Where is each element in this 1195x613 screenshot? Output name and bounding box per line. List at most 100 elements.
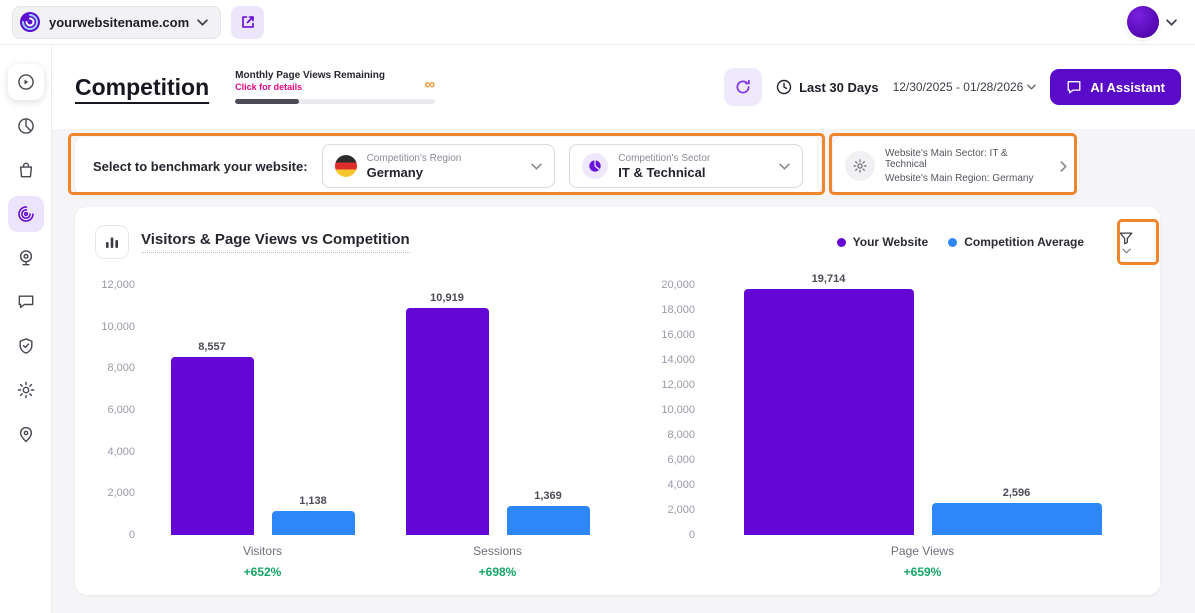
chart-title: Visitors & Page Views vs Competition xyxy=(141,231,410,253)
visitor-recordings-icon xyxy=(16,248,36,268)
sector-select-caption: Competition's Sector xyxy=(618,153,769,164)
privacy-icon xyxy=(16,336,36,356)
main-area: Competition Monthly Page Views Remaining… xyxy=(52,45,1195,613)
sidebar-item-visitor-recordings[interactable] xyxy=(8,240,44,276)
legend-dot-purple xyxy=(837,238,846,247)
quota-details-link[interactable]: Click for details xyxy=(235,82,385,92)
sidebar-item-communication[interactable] xyxy=(8,284,44,320)
bar-group-visitors: 8,5571,138 xyxy=(171,341,355,535)
y-axis-tick: 16,000 xyxy=(661,329,695,341)
refresh-button[interactable] xyxy=(724,68,762,106)
legend-label: Your Website xyxy=(853,235,929,249)
bar-value-label: 2,596 xyxy=(1003,487,1031,499)
region-select-value: Germany xyxy=(367,165,522,180)
web-analytics-icon xyxy=(16,116,36,136)
support-icon xyxy=(16,424,36,444)
behavior-analytics-icon xyxy=(16,204,36,224)
y-axis-tick: 10,000 xyxy=(101,321,135,333)
bar-competition-average[interactable] xyxy=(932,503,1102,535)
x-axis-labels-left: Visitors+652%Sessions+698% xyxy=(145,544,615,579)
website-main-settings-card[interactable]: Website's Main Sector: IT & Technical We… xyxy=(833,137,1079,195)
y-axis-tick: 12,000 xyxy=(661,379,695,391)
bar-your-website[interactable] xyxy=(406,308,489,535)
y-axis-left: 02,0004,0006,0008,00010,00012,000 xyxy=(95,285,145,535)
y-axis-tick: 18,000 xyxy=(661,304,695,316)
growth-percentage: +652% xyxy=(145,565,380,579)
x-axis-labels-right: Page Views+659% xyxy=(705,544,1140,579)
bar-your-website[interactable] xyxy=(744,289,914,535)
date-range-picker[interactable]: 12/30/2025 - 01/28/2026 xyxy=(893,80,1037,94)
sector-select-value: IT & Technical xyxy=(618,165,769,180)
settings-icon xyxy=(16,380,36,400)
y-axis-tick: 2,000 xyxy=(667,504,695,516)
y-axis-tick: 4,000 xyxy=(107,446,135,458)
region-select-caption: Competition's Region xyxy=(367,153,522,164)
clock-icon xyxy=(776,79,792,95)
ai-assistant-label: AI Assistant xyxy=(1090,80,1165,95)
account-menu[interactable] xyxy=(1127,6,1183,38)
website-main-sector: Website's Main Sector: IT & Technical xyxy=(885,148,1050,170)
legend-dot-blue xyxy=(948,238,957,247)
legend-item-competition-average[interactable]: Competition Average xyxy=(948,235,1084,249)
sidebar-item-support[interactable] xyxy=(8,416,44,452)
bar-value-label: 1,138 xyxy=(299,495,327,507)
competition-region-select[interactable]: Competition's Region Germany xyxy=(322,144,556,188)
bar-your-website[interactable] xyxy=(171,357,254,535)
bar-group-page-views: 19,714 2,596 xyxy=(744,273,1102,535)
period-label: Last 30 Days xyxy=(799,80,879,95)
benchmark-label: Select to benchmark your website: xyxy=(93,159,308,174)
website-main-region: Website's Main Region: Germany xyxy=(885,173,1050,184)
benchmark-row: Select to benchmark your website: Compet… xyxy=(75,137,1160,195)
competition-chart-card: Visitors & Page Views vs Competition You… xyxy=(75,207,1160,595)
ai-assistant-button[interactable]: AI Assistant xyxy=(1050,69,1181,105)
chart-panel-visitors-sessions: 02,0004,0006,0008,00010,00012,000 8,5571… xyxy=(95,285,615,579)
charts-area: 0 2,000 4,000 6,000 8,000 10,000 12,000 8,5571… xyxy=(95,285,1140,579)
sidebar-item-web-analytics[interactable] xyxy=(8,108,44,144)
sidebar-item-settings[interactable] xyxy=(8,372,44,408)
website-logo-icon xyxy=(19,11,41,33)
y-axis-tick: 6,000 xyxy=(107,404,135,416)
chevron-down-icon xyxy=(531,163,542,170)
quota-progress-fill xyxy=(235,99,299,104)
sidebar-item-privacy[interactable] xyxy=(8,328,44,364)
bar-value-label: 1,369 xyxy=(534,490,562,502)
page-content: Select to benchmark your website: Compet… xyxy=(52,129,1195,613)
y-axis-tick: 0 xyxy=(689,529,695,541)
bar-group-sessions: 10,9191,369 xyxy=(406,292,590,535)
y-axis-tick: 4,000 xyxy=(667,479,695,491)
quota-progress xyxy=(235,99,435,104)
benchmark-selectors-card: Select to benchmark your website: Compet… xyxy=(75,137,821,195)
bar-value-label: 19,714 xyxy=(812,273,846,285)
y-axis-tick: 8,000 xyxy=(107,362,135,374)
y-axis-tick: 20,000 xyxy=(661,279,695,291)
open-website-button[interactable] xyxy=(231,6,264,39)
y-axis-tick: 10,000 xyxy=(661,404,695,416)
chevron-right-icon xyxy=(1060,161,1067,172)
chart-filter-button[interactable] xyxy=(1112,228,1140,256)
sidebar-item-overview[interactable] xyxy=(8,64,44,100)
date-range-value: 12/30/2025 - 01/28/2026 xyxy=(893,80,1024,94)
bar-competition-average[interactable] xyxy=(507,506,590,535)
sidebar-item-ecommerce[interactable] xyxy=(8,152,44,188)
chart-panel-page-views: 02,0004,0006,0008,00010,00012,00014,0001… xyxy=(655,285,1140,579)
y-axis-tick: 8,000 xyxy=(667,429,695,441)
quota-value: ∞ xyxy=(424,76,435,93)
sidebar-nav xyxy=(0,45,52,613)
bar-competition-average[interactable] xyxy=(272,511,355,535)
legend-item-your-website[interactable]: Your Website xyxy=(837,235,929,249)
top-bar: yourwebsitename.com xyxy=(0,0,1195,45)
chat-icon xyxy=(1066,79,1082,95)
sidebar-item-behavior-analytics[interactable] xyxy=(8,196,44,232)
website-domain: yourwebsitename.com xyxy=(49,15,189,30)
plot-area-right: 19,7142,596 xyxy=(705,285,1140,535)
y-axis-tick: 6,000 xyxy=(667,454,695,466)
website-selector[interactable]: yourwebsitename.com xyxy=(12,6,221,39)
chevron-down-icon xyxy=(1122,248,1131,254)
refresh-icon xyxy=(734,78,752,96)
quota-label: Monthly Page Views Remaining xyxy=(235,70,385,81)
overview-icon xyxy=(16,72,36,92)
chevron-down-icon xyxy=(779,163,790,170)
competition-sector-select[interactable]: Competition's Sector IT & Technical xyxy=(569,144,803,188)
growth-percentage: +659% xyxy=(705,565,1140,579)
chart-header: Visitors & Page Views vs Competition You… xyxy=(95,225,1140,259)
